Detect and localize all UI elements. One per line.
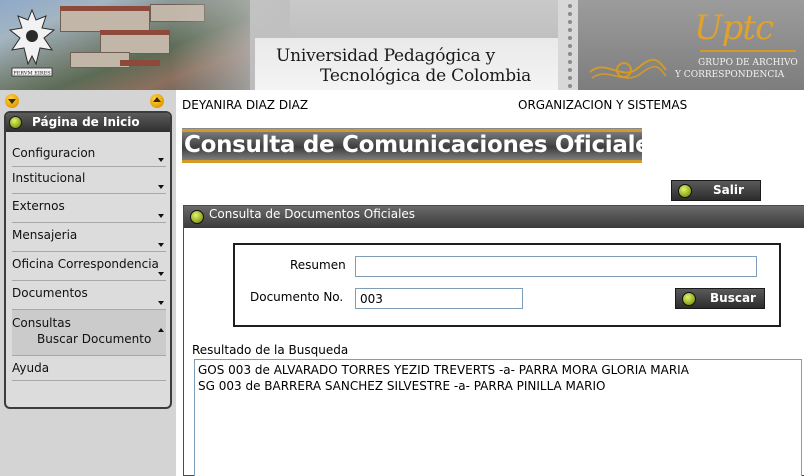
green-bullet-icon — [9, 116, 22, 129]
search-button-label: Buscar — [710, 291, 756, 305]
sidebar-item-label: Consultas — [12, 316, 71, 330]
green-bullet-icon — [190, 210, 204, 224]
sidebar: Página de Inicio Configuracion Instituci… — [0, 90, 176, 476]
documento-label: Documento No. — [250, 290, 344, 304]
navigation-menu: Página de Inicio Configuracion Instituci… — [4, 111, 172, 409]
chevron-down-icon — [158, 214, 164, 218]
archive-group-line1: GRUPO DE ARCHIVO — [698, 58, 798, 68]
sidebar-item-label: Documentos — [12, 286, 88, 300]
arrow-up-circle-icon[interactable] — [150, 94, 164, 108]
sidebar-item-documentos[interactable]: Documentos — [12, 281, 166, 310]
university-name-line1: Universidad Pedagógica y — [276, 46, 496, 66]
sidebar-item-consultas[interactable]: Consultas Buscar Documento — [12, 310, 166, 356]
sidebar-item-oficina-correspondencia[interactable]: Oficina Correspondencia — [12, 252, 166, 281]
user-name: DEYANIRA DIAZ DIAZ — [182, 98, 309, 112]
exit-button[interactable]: Salir — [671, 180, 761, 201]
crest-motto: PERVM EIRES — [13, 71, 51, 77]
sidebar-item-label: Oficina Correspondencia — [12, 257, 159, 271]
site-header: PERVM EIRES Universidad Pedagógica y Tec… — [0, 0, 804, 90]
resumen-input[interactable] — [355, 256, 757, 277]
result-item[interactable]: GOS 003 de ALVARADO TORRES YEZID TREVERT… — [198, 363, 689, 377]
sidebar-item-label: Mensajeria — [12, 228, 78, 242]
chevron-down-icon — [158, 158, 164, 162]
sidebar-item-label: Externos — [12, 199, 65, 213]
arrow-down-circle-icon[interactable] — [5, 94, 19, 108]
exit-button-label: Salir — [713, 183, 744, 197]
sidebar-item-label: Configuracion — [12, 146, 96, 160]
resumen-label: Resumen — [290, 258, 346, 272]
sidebar-item-configuracion[interactable]: Configuracion — [12, 138, 166, 167]
results-list[interactable]: GOS 003 de ALVARADO TORRES YEZID TREVERT… — [194, 359, 802, 476]
university-name-line2: Tecnológica de Colombia — [320, 66, 532, 86]
home-link[interactable]: Página de Inicio — [6, 113, 170, 132]
sidebar-item-label: Institucional — [12, 171, 86, 185]
sidebar-item-externos[interactable]: Externos — [12, 194, 166, 223]
chevron-up-icon — [158, 328, 164, 332]
page-title: Consulta de Comunicaciones Oficiales — [184, 132, 664, 158]
sidebar-subitem-buscar-documento[interactable]: Buscar Documento — [37, 332, 151, 346]
chevron-down-icon — [158, 185, 164, 189]
sidebar-item-mensajeria[interactable]: Mensajeria — [12, 223, 166, 252]
green-bullet-icon — [682, 292, 696, 306]
archive-group-line2: Y CORRESPONDENCIA — [675, 70, 785, 80]
chevron-down-icon — [158, 301, 164, 305]
sidebar-item-ayuda[interactable]: Ayuda — [12, 356, 166, 381]
sidebar-item-institucional[interactable]: Institucional — [12, 167, 166, 194]
results-label: Resultado de la Busqueda — [192, 343, 349, 357]
query-panel-header: Consulta de Documentos Oficiales — [184, 206, 804, 228]
swirl-decoration — [589, 58, 667, 79]
result-item[interactable]: SG 003 de BARRERA SANCHEZ SILVESTRE -a- … — [198, 379, 605, 393]
home-label: Página de Inicio — [32, 115, 140, 129]
query-panel-title: Consulta de Documentos Oficiales — [209, 207, 416, 221]
chevron-down-icon — [158, 243, 164, 247]
uptc-logo: Uptc — [694, 8, 774, 48]
green-bullet-icon — [678, 184, 692, 198]
department-name: ORGANIZACION Y SISTEMAS — [518, 98, 688, 112]
sidebar-item-label: Ayuda — [12, 361, 50, 375]
university-crest-icon: PERVM EIRES — [8, 8, 56, 77]
documento-number-input[interactable] — [355, 288, 523, 309]
search-button[interactable]: Buscar — [675, 288, 765, 309]
chevron-down-icon — [158, 272, 164, 276]
